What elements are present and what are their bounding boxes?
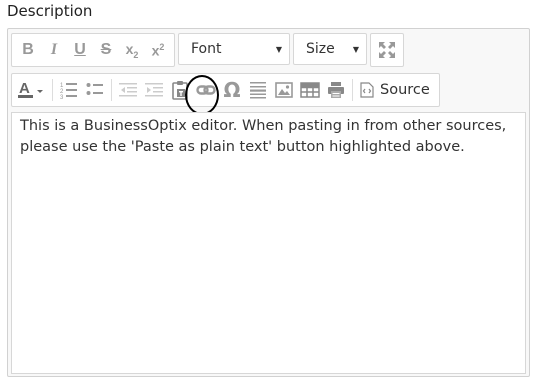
toolbar-separator	[52, 79, 53, 101]
size-select[interactable]: Size ▼	[293, 33, 367, 65]
paste-as-plain-text-button[interactable]	[167, 77, 193, 103]
indent-icon	[145, 83, 163, 97]
superscript-icon: x2	[151, 41, 165, 59]
maximize-group	[370, 33, 404, 67]
subscript-button[interactable]: x2	[119, 37, 145, 63]
omega-icon: Ω	[223, 78, 241, 102]
maximize-button[interactable]	[374, 37, 400, 63]
underline-button[interactable]: U	[67, 37, 93, 63]
source-icon	[360, 82, 374, 98]
subscript-icon: x2	[125, 40, 139, 60]
maximize-icon	[379, 42, 395, 58]
bold-icon: B	[22, 41, 34, 58]
horizontal-line-icon	[250, 82, 266, 99]
paste-as-plain-text-icon	[172, 81, 188, 100]
toolbar-separator	[111, 79, 112, 101]
source-button-label: Source	[380, 82, 430, 98]
italic-button[interactable]: I	[41, 37, 67, 63]
print-button[interactable]	[323, 77, 349, 103]
editor-content-area[interactable]: This is a BusinessOptix editor. When pas…	[11, 112, 526, 374]
field-label: Description	[7, 2, 93, 20]
svg-text:3: 3	[60, 95, 64, 99]
link-button[interactable]	[193, 77, 219, 103]
strikethrough-button[interactable]: S	[93, 37, 119, 63]
toolbar-row-1: B I U S x2 x2 Font ▼ Size ▼	[11, 33, 404, 67]
superscript-button[interactable]: x2	[145, 37, 171, 63]
basic-styles-group: B I U S x2 x2	[11, 33, 175, 67]
indent-button[interactable]	[141, 77, 167, 103]
outdent-button[interactable]	[115, 77, 141, 103]
image-button[interactable]	[271, 77, 297, 103]
svg-text:A: A	[19, 80, 30, 97]
source-button[interactable]: Source	[356, 77, 436, 103]
underline-icon: U	[74, 41, 86, 58]
format-group: A 1 2 3 Ω Source	[11, 73, 440, 107]
toolbar-separator	[352, 79, 353, 101]
size-select-label: Size	[306, 41, 335, 57]
bulleted-list-icon	[86, 83, 103, 95]
print-icon	[328, 82, 344, 98]
special-character-button[interactable]: Ω	[219, 77, 245, 103]
table-icon	[300, 82, 320, 98]
table-button[interactable]	[297, 77, 323, 103]
bold-button[interactable]: B	[15, 37, 41, 63]
italic-icon: I	[50, 41, 58, 58]
outdent-icon	[119, 83, 137, 97]
font-select-label: Font	[191, 41, 222, 57]
numbered-list-button[interactable]: 1 2 3	[56, 77, 82, 103]
chevron-down-icon: ▼	[352, 44, 359, 54]
bulleted-list-button[interactable]	[82, 77, 108, 103]
chevron-down-icon: ▼	[275, 44, 282, 54]
editor-text: This is a BusinessOptix editor. When pas…	[20, 118, 507, 155]
image-icon	[275, 82, 293, 98]
text-color-icon: A	[18, 80, 43, 98]
link-icon	[196, 85, 216, 95]
horizontal-line-button[interactable]	[245, 77, 271, 103]
text-color-button[interactable]: A	[15, 77, 49, 103]
strikethrough-icon: S	[100, 41, 112, 58]
rich-text-editor: B I U S x2 x2 Font ▼ Size ▼ A 1 2 3 Ω So…	[7, 28, 530, 377]
toolbar-row-2: A 1 2 3 Ω Source	[11, 73, 440, 107]
font-select[interactable]: Font ▼	[178, 33, 290, 65]
numbered-list-icon: 1 2 3	[60, 83, 77, 99]
